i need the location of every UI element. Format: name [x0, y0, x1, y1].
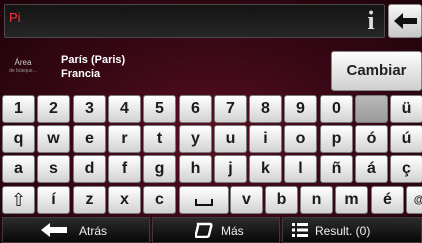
- key-j[interactable]: j: [214, 155, 247, 183]
- key-a[interactable]: a: [2, 155, 35, 183]
- key-r[interactable]: r: [108, 125, 141, 153]
- key-g[interactable]: g: [143, 155, 176, 183]
- key-4[interactable]: 4: [108, 95, 141, 123]
- key-e[interactable]: e: [73, 125, 106, 153]
- backspace-arrow-icon: [394, 13, 417, 29]
- key-q[interactable]: q: [2, 125, 35, 153]
- key-3[interactable]: 3: [73, 95, 106, 123]
- space-key[interactable]: ␣: [179, 186, 229, 214]
- key-ú[interactable]: ú: [390, 125, 422, 153]
- key-y[interactable]: y: [179, 125, 212, 153]
- key-l[interactable]: l: [284, 155, 317, 183]
- more-button[interactable]: Más: [152, 217, 280, 243]
- key-i[interactable]: i: [249, 125, 282, 153]
- change-area-button[interactable]: Cambiar: [331, 51, 422, 91]
- key-á[interactable]: á: [355, 155, 388, 183]
- shift-key[interactable]: ⇧: [2, 186, 35, 214]
- results-button[interactable]: Result. (0): [282, 217, 422, 243]
- key-ç[interactable]: ç: [390, 155, 422, 183]
- key-u[interactable]: u: [214, 125, 247, 153]
- key-ó[interactable]: ó: [355, 125, 388, 153]
- more-label: Más: [221, 224, 244, 238]
- key-symbols[interactable]: @ü: [406, 186, 422, 214]
- key-x[interactable]: x: [108, 186, 141, 214]
- back-label: Atrás: [79, 224, 108, 238]
- rounded-square-icon: [195, 222, 213, 238]
- key-5[interactable]: 5: [143, 95, 176, 123]
- key-t[interactable]: t: [143, 125, 176, 153]
- key-2[interactable]: 2: [37, 95, 70, 123]
- key-o[interactable]: o: [284, 125, 317, 153]
- info-icon[interactable]: i: [364, 7, 378, 34]
- search-input-value: Pi: [9, 10, 21, 25]
- key-k[interactable]: k: [249, 155, 282, 183]
- key-b[interactable]: b: [265, 186, 298, 214]
- key-0[interactable]: 0: [320, 95, 353, 123]
- search-input[interactable]: [4, 4, 385, 38]
- area-label: Área: [14, 58, 32, 67]
- key-6[interactable]: 6: [179, 95, 212, 123]
- back-arrow-icon: [41, 223, 67, 237]
- space-bar-icon: [195, 199, 213, 206]
- key-w[interactable]: w: [37, 125, 70, 153]
- area-city: París (Paris): [61, 54, 126, 66]
- key-n[interactable]: n: [300, 186, 333, 214]
- key-1[interactable]: 1: [2, 95, 35, 123]
- results-label: Result. (0): [315, 224, 371, 238]
- key-blank[interactable]: [355, 95, 388, 123]
- key-í[interactable]: í: [37, 186, 70, 214]
- list-icon: [292, 223, 308, 237]
- key-s[interactable]: s: [37, 155, 70, 183]
- key-ü[interactable]: ü: [390, 95, 422, 123]
- backspace-button[interactable]: [388, 4, 422, 38]
- key-m[interactable]: m: [335, 186, 368, 214]
- key-d[interactable]: d: [73, 155, 106, 183]
- key-c[interactable]: c: [143, 186, 176, 214]
- key-8[interactable]: 8: [249, 95, 282, 123]
- key-é[interactable]: é: [371, 186, 404, 214]
- key-p[interactable]: p: [320, 125, 353, 153]
- area-country: Francia: [61, 68, 101, 80]
- key-f[interactable]: f: [108, 155, 141, 183]
- key-ñ[interactable]: ñ: [320, 155, 353, 183]
- key-h[interactable]: h: [179, 155, 212, 183]
- back-button[interactable]: Atrás: [2, 217, 150, 243]
- change-area-label: Cambiar: [346, 62, 407, 79]
- area-sublabel: de búsque...: [9, 68, 37, 74]
- key-7[interactable]: 7: [214, 95, 247, 123]
- key-z[interactable]: z: [73, 186, 106, 214]
- key-9[interactable]: 9: [284, 95, 317, 123]
- key-v[interactable]: v: [230, 186, 263, 214]
